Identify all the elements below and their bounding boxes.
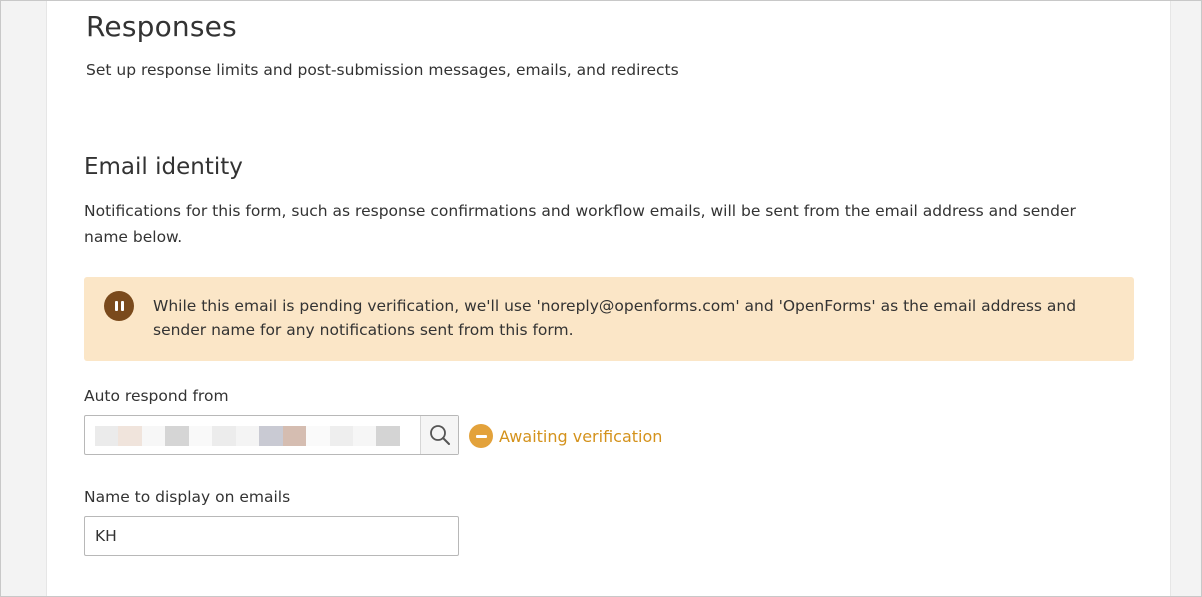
section-title-email-identity: Email identity bbox=[84, 154, 243, 180]
redacted-block bbox=[376, 426, 400, 446]
page-subtitle: Set up response limits and post-submissi… bbox=[86, 61, 679, 79]
redacted-email-value bbox=[95, 426, 400, 446]
pending-verification-notice: While this email is pending verification… bbox=[84, 277, 1134, 361]
search-button[interactable] bbox=[420, 416, 458, 454]
redacted-block bbox=[235, 426, 260, 446]
redacted-block bbox=[306, 426, 330, 446]
auto-respond-email-field[interactable] bbox=[84, 415, 459, 455]
redacted-block bbox=[118, 426, 142, 446]
page-title: Responses bbox=[86, 10, 237, 43]
redacted-block bbox=[282, 426, 307, 446]
redacted-block bbox=[212, 426, 236, 446]
redacted-block bbox=[352, 426, 377, 446]
redacted-block bbox=[165, 426, 189, 446]
pause-icon bbox=[104, 291, 134, 321]
verification-status: Awaiting verification bbox=[469, 424, 662, 448]
redacted-block bbox=[329, 426, 353, 446]
redacted-block bbox=[141, 426, 166, 446]
redacted-block bbox=[188, 426, 213, 446]
section-description: Notifications for this form, such as res… bbox=[84, 202, 1076, 246]
display-name-input[interactable] bbox=[84, 516, 459, 556]
display-name-label: Name to display on emails bbox=[84, 488, 291, 506]
search-icon bbox=[429, 425, 450, 445]
redacted-block bbox=[95, 426, 119, 446]
redacted-block bbox=[259, 426, 283, 446]
notice-text: While this email is pending verification… bbox=[153, 297, 1077, 339]
status-text: Awaiting verification bbox=[499, 426, 663, 446]
auto-respond-label: Auto respond from bbox=[84, 387, 229, 405]
minus-circle-icon bbox=[469, 424, 493, 448]
